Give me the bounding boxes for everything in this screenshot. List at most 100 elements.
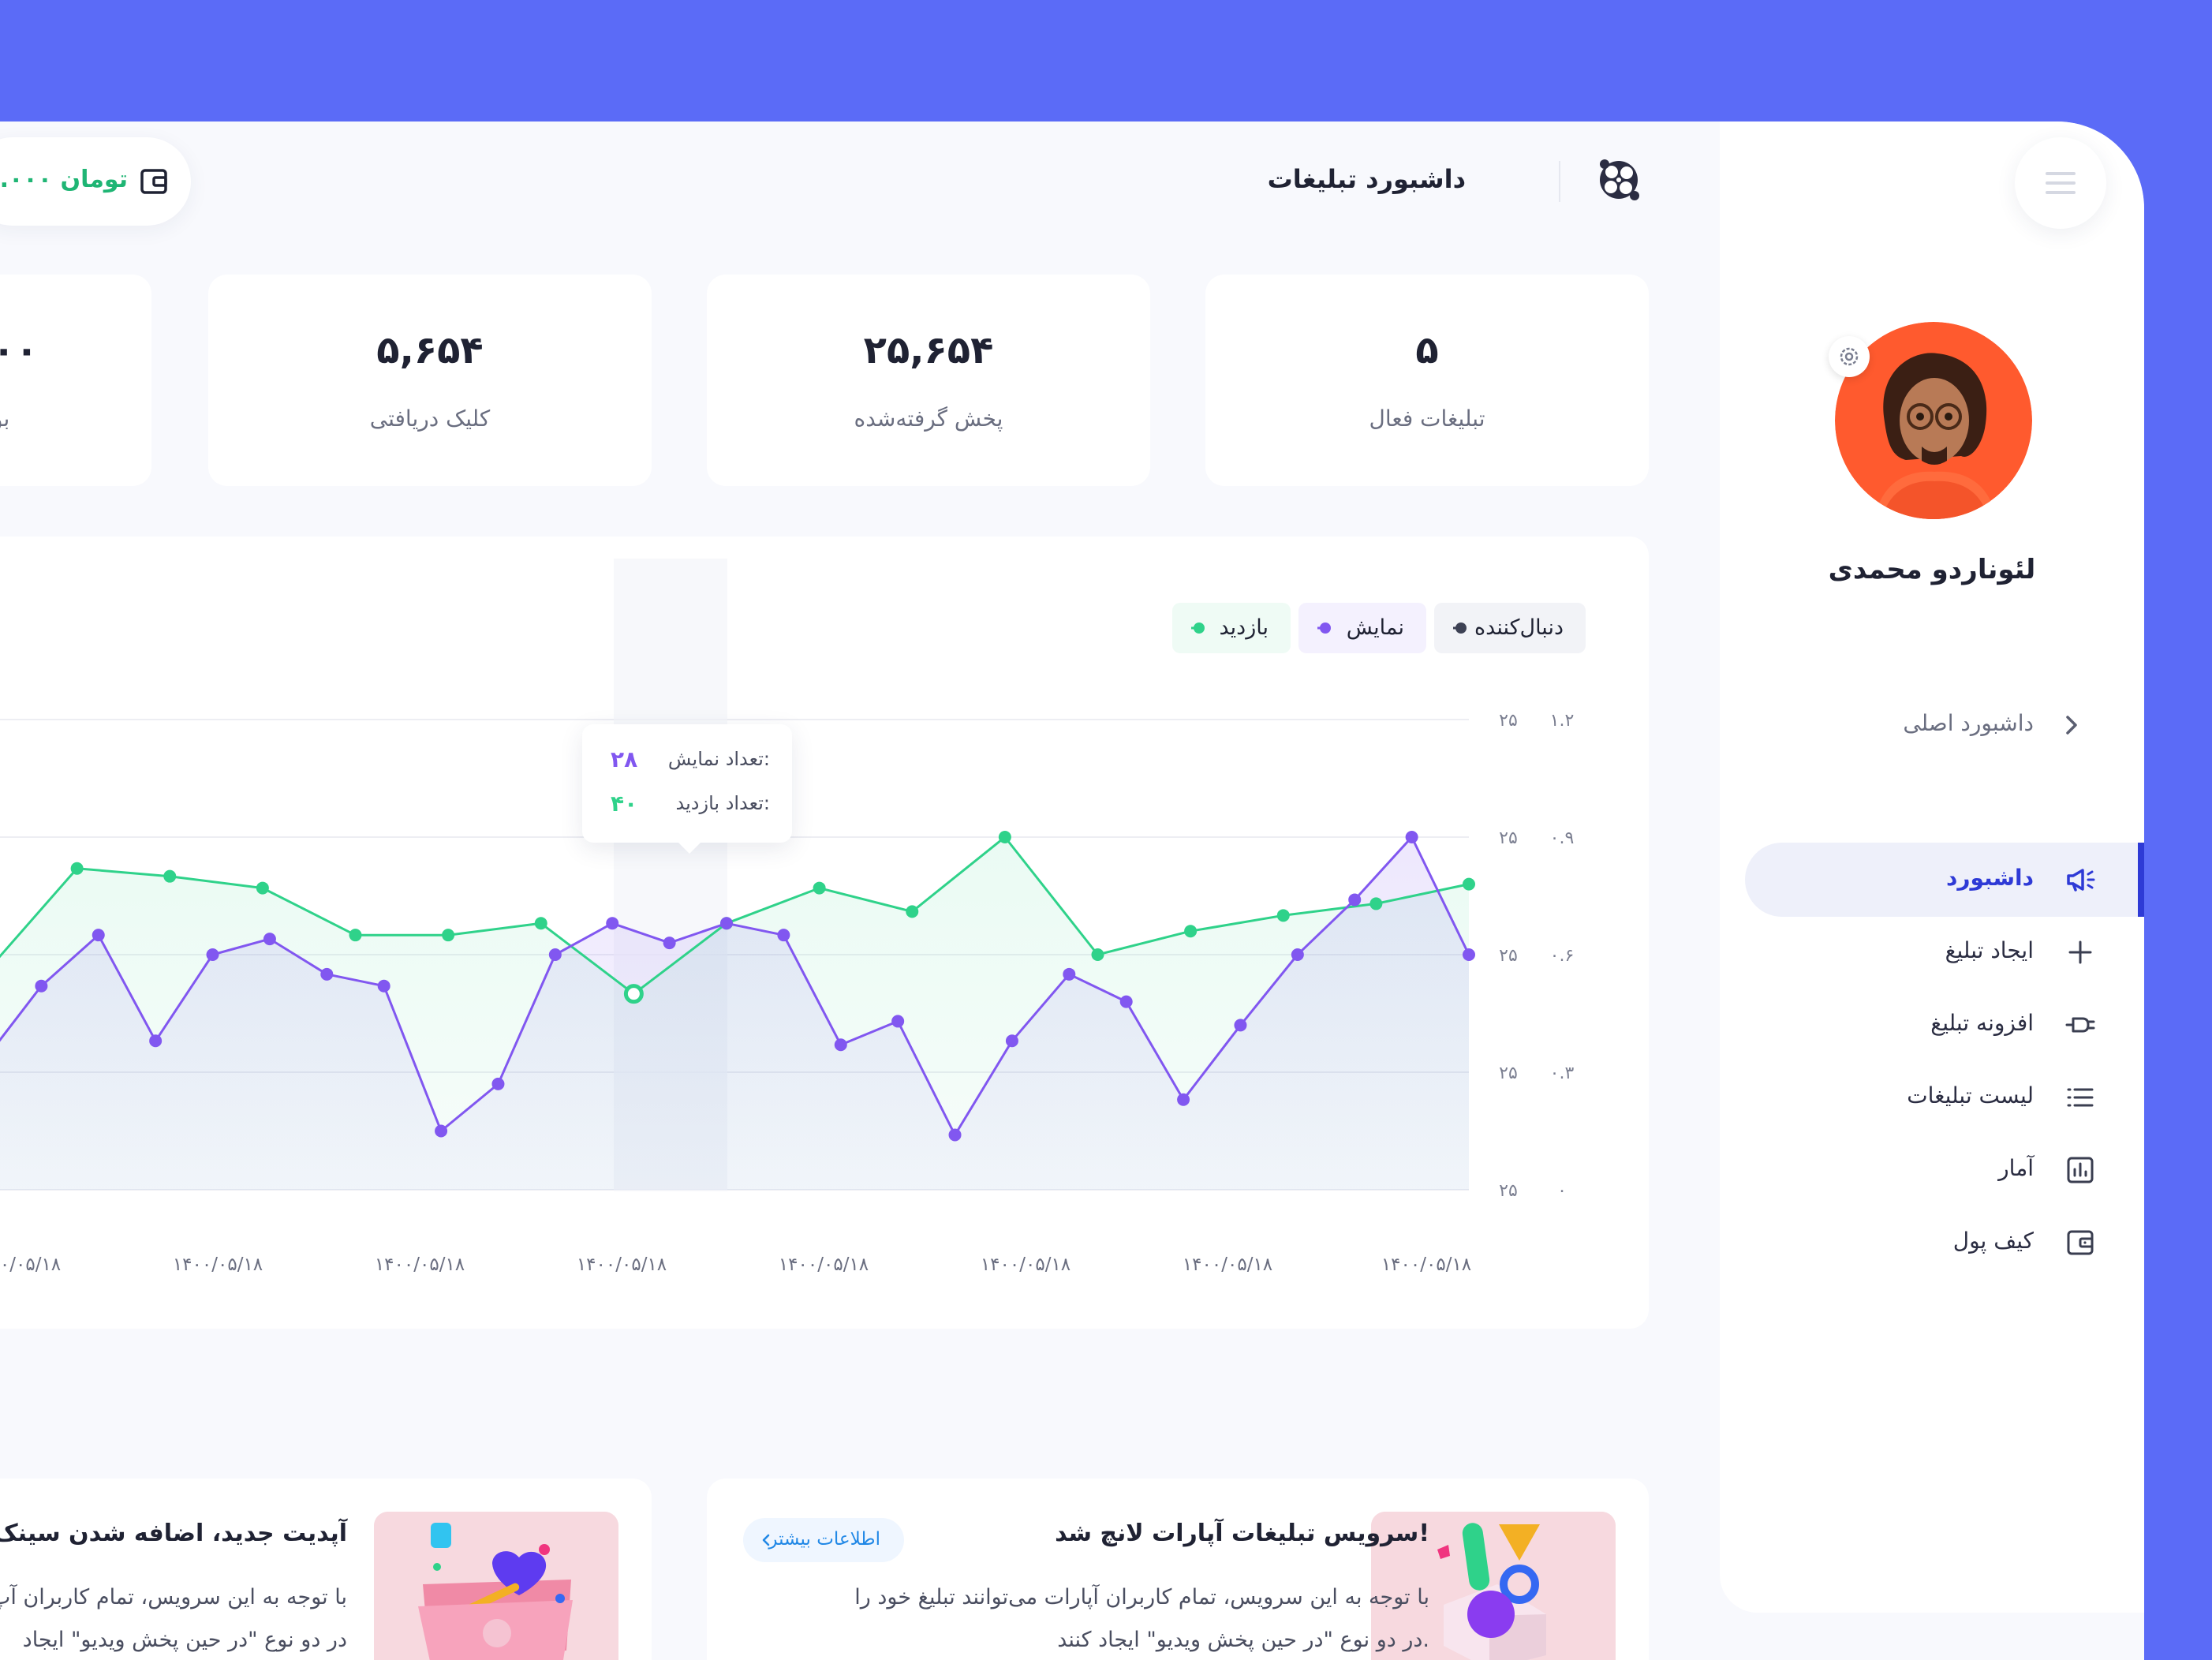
news-title: سرویس تبلیغات آپارات لانچ شد!	[1055, 1520, 1429, 1547]
sidebar-item-label: آمار	[1998, 1155, 2034, 1181]
header-divider	[1559, 161, 1560, 202]
news-card-launch: سرویس تبلیغات آپارات لانچ شد! اطلاعات بی…	[707, 1479, 1649, 1660]
data-point	[70, 862, 84, 875]
stat-value: ۵,۶۵۴	[376, 328, 484, 372]
x-axis-tick: ۱۴۰۰/۰۵/۱۸	[375, 1254, 465, 1275]
legend-visits[interactable]: بازدید	[1172, 603, 1291, 653]
legend-impressions[interactable]: نمایش	[1298, 603, 1426, 653]
legend-label: بازدید	[1219, 615, 1269, 640]
y-axis-left-tick: ۲۵	[1499, 828, 1518, 848]
hamburger-line	[2046, 181, 2076, 185]
x-axis-tick: ۱۴۰۰/۰۵/۱۸	[779, 1254, 869, 1275]
data-point	[206, 948, 219, 961]
x-axis-tick: ۱۴۰۰/۰۵/۱۸	[0, 1254, 61, 1275]
x-axis-tick: ۱۴۰۰/۰۵/۱۸	[1183, 1254, 1272, 1275]
data-point-highlight	[623, 984, 644, 1004]
sidebar-item-ads-list[interactable]: لیست تبلیغات	[1745, 1060, 2144, 1135]
legend-label: دنبال‌کننده	[1474, 615, 1564, 640]
sidebar-item-stats[interactable]: آمار	[1745, 1133, 2144, 1207]
x-axis-tick: ۱۴۰۰/۰۵/۱۸	[981, 1254, 1071, 1275]
wallet-icon	[137, 164, 172, 199]
y-axis-right-tick: ۰.۹	[1550, 828, 1575, 848]
data-point	[834, 1038, 847, 1052]
y-axis-left-tick: ۲۵	[1499, 1181, 1518, 1201]
data-point	[548, 948, 562, 961]
news-thumbnail-folder	[374, 1512, 618, 1660]
more-info-button[interactable]: اطلاعات بیشتر	[743, 1518, 904, 1562]
sidebar-item-create-ad[interactable]: ایجاد تبلیغ	[1745, 915, 2144, 989]
data-point	[1276, 909, 1290, 922]
data-point	[349, 929, 362, 942]
stat-label: پخش گرفته‌شده	[854, 406, 1003, 432]
settings-gear-icon[interactable]	[1829, 336, 1870, 377]
news-desc-line: در دو نوع "در حین پخش ویدیو" ایجاد کنند.	[1057, 1628, 1429, 1652]
y-axis-right-tick: ۰.۶	[1550, 946, 1575, 966]
stat-label: تبلیغات فعال	[1369, 406, 1485, 432]
data-point	[1405, 831, 1418, 843]
data-point	[813, 881, 826, 895]
x-axis-tick: ۱۴۰۰/۰۵/۱۸	[173, 1254, 263, 1275]
chart-card: ۲۵ ۱.۲ ۲۵ ۰.۹ ۲۵ ۰.۶ ۲۵ ۰.۳ ۲۵ ۰ ۱۴۰۰/۰۵/۱۸ ۱۴۰۰/۰۵…	[0, 537, 1649, 1329]
y-axis-left-tick: ۲۵	[1499, 1064, 1518, 1083]
sidebar-item-dashboard[interactable]: داشبورد	[1745, 843, 2144, 917]
sidebar-item-label: کیف پول	[1952, 1228, 2034, 1254]
data-point	[1291, 948, 1304, 961]
megaphone-icon	[2062, 862, 2098, 898]
app-window: لئوناردو محمدی داشبورد اصلی داشبورد ایجا…	[0, 122, 2144, 1660]
page-title: داشبورد تبلیغات	[1267, 164, 1466, 194]
news-desc-line: در دو نوع "در حین پخش ویدیو" ایجاد	[22, 1628, 347, 1652]
tooltip-label: تعداد بازدید:	[675, 792, 770, 814]
chart-tooltip: تعداد نمایش: ۲۸ تعداد بازدید: ۴۰	[582, 724, 792, 854]
data-point	[435, 1124, 448, 1138]
tooltip-label: تعداد نمایش:	[667, 748, 770, 770]
data-point	[256, 881, 269, 895]
sidebar-item-label: ایجاد تبلیغ	[1945, 937, 2034, 963]
news-description: با توجه به این سرویس، تمام کاربران آپارا…	[854, 1576, 1429, 1660]
stat-value: ۲۵,۶۵۴	[863, 328, 994, 372]
stat-value: ۰۰	[0, 328, 39, 372]
y-axis-left-tick: ۲۵	[1499, 946, 1518, 966]
sidebar: لئوناردو محمدی داشبورد اصلی داشبورد ایجا…	[1720, 122, 2144, 1613]
news-desc-line: با توجه به این سرویس، تمام کاربران آپارا…	[854, 1585, 1429, 1610]
plus-icon	[2062, 934, 2098, 970]
tooltip-row-impressions: تعداد نمایش: ۲۸	[582, 743, 792, 775]
sidebar-item-label: لیست تبلیغات	[1907, 1082, 2034, 1109]
data-point	[1005, 1034, 1018, 1048]
wallet-icon	[2062, 1224, 2098, 1261]
legend-marker	[1452, 622, 1467, 634]
user-name: لئوناردو محمدی	[1828, 554, 2036, 585]
stat-card-active-ads: ۵ تبلیغات فعال	[1205, 275, 1649, 486]
data-point	[534, 917, 547, 930]
data-point	[606, 917, 619, 930]
chevron-left-icon	[757, 1531, 775, 1550]
x-axis-tick: ۱۴۰۰/۰۵/۱۸	[577, 1254, 667, 1275]
news-description: با توجه به این سرویس، تمام کاربران آپ در…	[0, 1576, 347, 1660]
hamburger-line	[2046, 172, 2076, 175]
data-point	[998, 831, 1011, 843]
data-point	[906, 905, 919, 918]
aparat-logo-icon	[1594, 155, 1644, 205]
data-point	[35, 979, 48, 993]
sidebar-item-label: داشبورد	[1946, 865, 2034, 891]
tooltip-value: ۲۸	[611, 746, 638, 772]
sidebar-item-wallet[interactable]: کیف پول	[1745, 1206, 2144, 1280]
data-point	[491, 1077, 505, 1090]
stat-label: بو	[0, 406, 10, 432]
data-point	[1091, 948, 1104, 961]
news-card-update: آپدیت جدید، اضافه شدن سینک اد با توجه به…	[0, 1479, 652, 1660]
hamburger-menu-button[interactable]	[2015, 137, 2106, 229]
legend-followers[interactable]: دنبال‌کننده	[1434, 603, 1586, 653]
wallet-balance[interactable]: ۲۳۰.۰۰۰ تومان	[0, 137, 191, 226]
sidebar-item-ad-plugin[interactable]: افزونه تبلیغ	[1745, 988, 2144, 1062]
news-desc-line: با توجه به این سرویس، تمام کاربران آپ	[0, 1585, 347, 1610]
nav-main-dashboard[interactable]: داشبورد اصلی	[1767, 702, 2091, 750]
data-point	[320, 967, 334, 981]
y-axis-right-tick: ۰	[1557, 1181, 1567, 1201]
y-axis-right-tick: ۰.۳	[1550, 1064, 1575, 1083]
nav-main-dashboard-label: داشبورد اصلی	[1903, 710, 2034, 736]
y-axis-right-tick: ۱.۲	[1550, 711, 1575, 731]
data-point	[149, 1034, 163, 1048]
bar-chart-icon	[2062, 1152, 2098, 1188]
data-point	[1348, 893, 1362, 907]
more-info-label: اطلاعات بیشتر	[768, 1529, 880, 1550]
